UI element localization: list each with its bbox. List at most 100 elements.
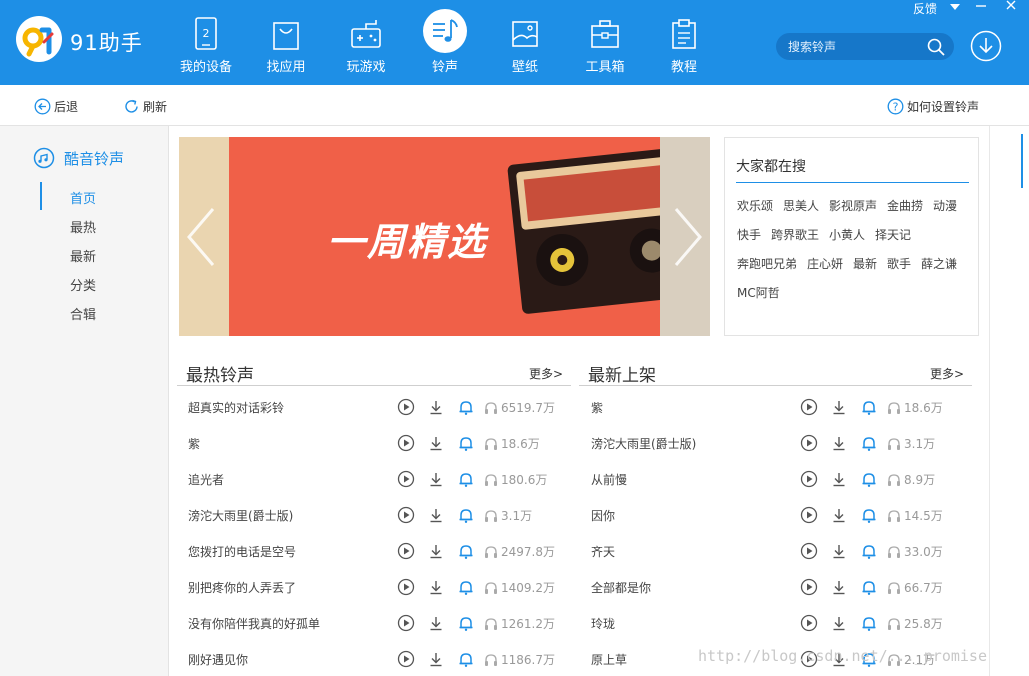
search-input[interactable] [788,38,918,56]
play-icon[interactable] [397,650,415,668]
play-icon[interactable] [397,434,415,452]
hot-search-tag[interactable]: 奔跑吧兄弟 [737,255,797,272]
download-icon[interactable] [427,578,445,596]
ringtone-name[interactable]: 刚好遇见你 [188,651,248,668]
hot-search-tag[interactable]: MC阿哲 [737,284,780,301]
download-icon[interactable] [830,542,848,560]
scrollbar-thumb[interactable] [1021,134,1023,188]
ringtone-row[interactable]: 没有你陪伴我真的好孤单 1261.2万 [178,605,571,641]
play-icon[interactable] [397,398,415,416]
ringtone-row[interactable]: 您拨打的电话是空号 2497.8万 [178,533,571,569]
featured-banner[interactable]: 一周精选 [179,137,710,336]
ringtone-row[interactable]: 全部都是你 66.7万 [581,569,972,605]
new-list-more-link[interactable]: 更多> [930,365,964,382]
play-icon[interactable] [397,506,415,524]
nav-wallpaper[interactable]: 壁纸 [485,8,565,80]
ringtone-row[interactable]: 紫 18.6万 [178,425,571,461]
play-icon[interactable] [800,398,818,416]
nav-ringtone[interactable]: 铃声 [405,8,485,80]
sidebar-item-categories[interactable]: 分类 [70,275,96,294]
download-icon[interactable] [830,398,848,416]
back-button[interactable]: 后退 [34,96,78,116]
sidebar-item-newest[interactable]: 最新 [70,246,96,265]
ringtone-name[interactable]: 紫 [188,435,200,452]
ringtone-name[interactable]: 从前慢 [591,471,627,488]
download-manager-icon[interactable] [970,30,1002,62]
hot-search-tag[interactable]: 动漫 [933,197,957,214]
hot-search-tag[interactable]: 最新 [853,255,877,272]
minimize-icon[interactable] [975,0,987,14]
ringtone-row[interactable]: 从前慢 8.9万 [581,461,972,497]
set-ringtone-bell-icon[interactable] [457,506,475,524]
download-icon[interactable] [830,506,848,524]
nav-tutorial[interactable]: 教程 [644,8,724,80]
ringtone-name[interactable]: 超真实的对话彩铃 [188,399,284,416]
set-ringtone-bell-icon[interactable] [860,542,878,560]
set-ringtone-bell-icon[interactable] [860,434,878,452]
download-icon[interactable] [427,542,445,560]
scrollbar[interactable] [989,126,1029,676]
ringtone-row[interactable]: 超真实的对话彩铃 6519.7万 [178,389,571,425]
ringtone-name[interactable]: 您拨打的电话是空号 [188,543,296,560]
play-icon[interactable] [397,614,415,632]
nav-my-device[interactable]: 2 我的设备 [166,8,246,80]
download-icon[interactable] [427,614,445,632]
ringtone-name[interactable]: 因你 [591,507,615,524]
ringtone-name[interactable]: 紫 [591,399,603,416]
set-ringtone-bell-icon[interactable] [457,542,475,560]
set-ringtone-bell-icon[interactable] [457,434,475,452]
play-icon[interactable] [397,578,415,596]
set-ringtone-bell-icon[interactable] [457,614,475,632]
banner-prev-arrow-icon[interactable] [183,207,223,267]
download-icon[interactable] [830,470,848,488]
hot-search-tag[interactable]: 影视原声 [829,197,877,214]
set-ringtone-bell-icon[interactable] [457,578,475,596]
refresh-button[interactable]: 刷新 [123,96,167,116]
play-icon[interactable] [800,434,818,452]
hot-search-tag[interactable]: 快手 [737,226,761,243]
download-icon[interactable] [830,614,848,632]
ringtone-row[interactable]: 别把疼你的人弄丢了 1409.2万 [178,569,571,605]
nav-find-apps[interactable]: 找应用 [246,8,326,80]
play-icon[interactable] [397,470,415,488]
hot-list-more-link[interactable]: 更多> [529,365,563,382]
hot-search-tag[interactable]: 薛之谦 [921,255,957,272]
set-ringtone-bell-icon[interactable] [860,614,878,632]
ringtone-name[interactable]: 全部都是你 [591,579,651,596]
set-ringtone-bell-icon[interactable] [457,470,475,488]
nav-toolbox[interactable]: 工具箱 [565,8,645,80]
ringtone-name[interactable]: 原上草 [591,651,627,668]
download-icon[interactable] [427,650,445,668]
set-ringtone-bell-icon[interactable] [860,506,878,524]
download-icon[interactable] [830,434,848,452]
ringtone-row[interactable]: 追光者 180.6万 [178,461,571,497]
hot-search-tag[interactable]: 金曲捞 [887,197,923,214]
nav-play-games[interactable]: 玩游戏 [326,8,406,80]
play-icon[interactable] [800,614,818,632]
ringtone-row[interactable]: 紫 18.6万 [581,389,972,425]
feedback-button[interactable]: 反馈 [913,0,937,17]
set-ringtone-bell-icon[interactable] [860,398,878,416]
set-ringtone-bell-icon[interactable] [457,650,475,668]
dropdown-icon[interactable] [949,1,961,15]
hot-search-tag[interactable]: 择天记 [875,226,911,243]
play-icon[interactable] [800,506,818,524]
hot-search-tag[interactable]: 跨界歌王 [771,226,819,243]
play-icon[interactable] [397,542,415,560]
ringtone-row[interactable]: 滂沱大雨里(爵士版) 3.1万 [581,425,972,461]
ringtone-name[interactable]: 追光者 [188,471,224,488]
ringtone-name[interactable]: 别把疼你的人弄丢了 [188,579,296,596]
play-icon[interactable] [800,470,818,488]
play-icon[interactable] [800,578,818,596]
search-icon[interactable] [926,37,946,57]
hot-search-tag[interactable]: 庄心妍 [807,255,843,272]
set-ringtone-bell-icon[interactable] [860,578,878,596]
set-ringtone-bell-icon[interactable] [457,398,475,416]
ringtone-row[interactable]: 滂沱大雨里(爵士版) 3.1万 [178,497,571,533]
ringtone-name[interactable]: 滂沱大雨里(爵士版) [188,507,293,524]
ringtone-row[interactable]: 玲珑 25.8万 [581,605,972,641]
ringtone-name[interactable]: 没有你陪伴我真的好孤单 [188,615,320,632]
ringtone-name[interactable]: 玲珑 [591,615,615,632]
download-icon[interactable] [830,578,848,596]
play-icon[interactable] [800,542,818,560]
